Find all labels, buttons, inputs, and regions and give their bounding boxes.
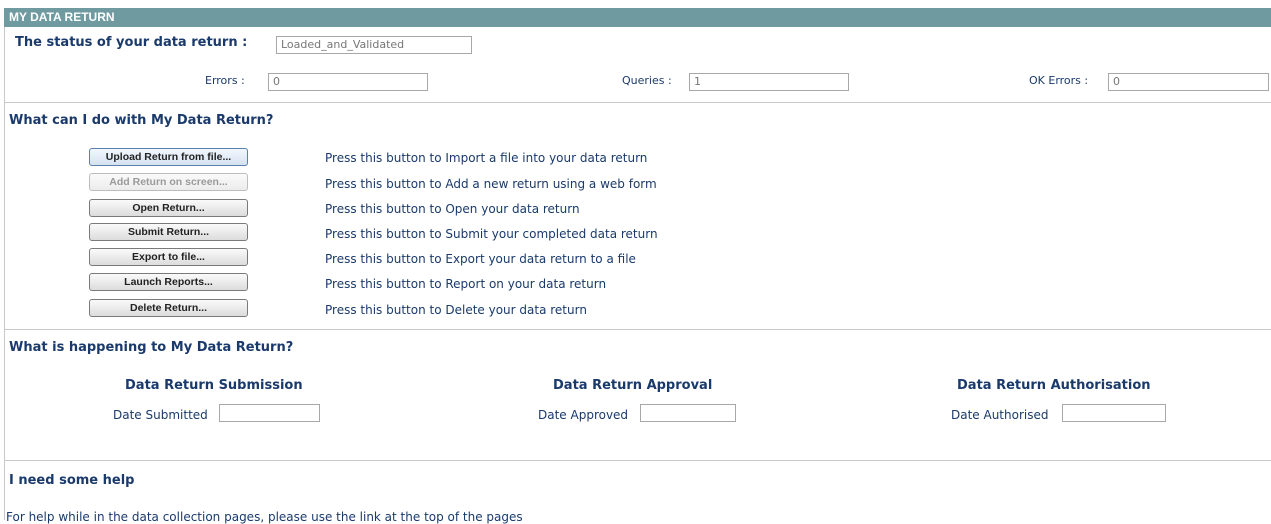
submission-title: Data Return Submission (125, 378, 303, 393)
progress-title: What is happening to My Data Return? (9, 340, 294, 355)
status-label: The status of your data return : (15, 35, 248, 50)
upload-return-desc: Press this button to Import a file into … (325, 151, 648, 165)
launch-reports-desc: Press this button to Report on your data… (325, 277, 607, 291)
data-return-panel: MY DATA RETURN The status of your data r… (4, 8, 1271, 524)
upload-return-button[interactable]: Upload Return from file... (89, 148, 248, 166)
add-return-button[interactable]: Add Return on screen... (89, 173, 248, 191)
approval-title: Data Return Approval (553, 378, 713, 393)
errors-label: Errors : (205, 74, 245, 87)
launch-reports-button[interactable]: Launch Reports... (89, 273, 248, 291)
help-title: I need some help (9, 473, 135, 488)
date-authorised-field[interactable] (1062, 404, 1166, 422)
queries-field[interactable]: 1 (689, 73, 849, 91)
date-submitted-field[interactable] (219, 404, 320, 422)
date-authorised-label: Date Authorised (951, 408, 1049, 422)
progress-section: What is happening to My Data Return? Dat… (4, 330, 1271, 461)
status-section: The status of your data return : Loaded_… (4, 27, 1271, 103)
add-return-desc: Press this button to Add a new return us… (325, 177, 657, 191)
date-approved-label: Date Approved (538, 408, 629, 422)
actions-title: What can I do with My Data Return? (9, 113, 274, 128)
open-return-desc: Press this button to Open your data retu… (325, 202, 580, 216)
export-file-button[interactable]: Export to file... (89, 248, 248, 266)
ok-errors-field[interactable]: 0 (1108, 73, 1269, 91)
queries-label: Queries : (622, 74, 672, 87)
submit-return-button[interactable]: Submit Return... (89, 223, 248, 241)
export-file-desc: Press this button to Export your data re… (325, 252, 636, 266)
authorisation-title: Data Return Authorisation (957, 378, 1151, 393)
delete-return-button[interactable]: Delete Return... (89, 299, 248, 317)
ok-errors-label: OK Errors : (1029, 74, 1089, 87)
date-approved-field[interactable] (640, 404, 736, 422)
status-field[interactable]: Loaded_and_Validated (276, 36, 472, 54)
help-section: I need some help For help while in the d… (4, 461, 1271, 524)
actions-section: What can I do with My Data Return? Uploa… (4, 103, 1271, 330)
open-return-button[interactable]: Open Return... (89, 199, 248, 217)
submit-return-desc: Press this button to Submit your complet… (325, 227, 658, 241)
errors-field[interactable]: 0 (268, 73, 428, 91)
date-submitted-label: Date Submitted (113, 408, 208, 422)
delete-return-desc: Press this button to Delete your data re… (325, 303, 587, 317)
help-text: For help while in the data collection pa… (6, 510, 523, 524)
panel-header: MY DATA RETURN (4, 8, 1271, 27)
